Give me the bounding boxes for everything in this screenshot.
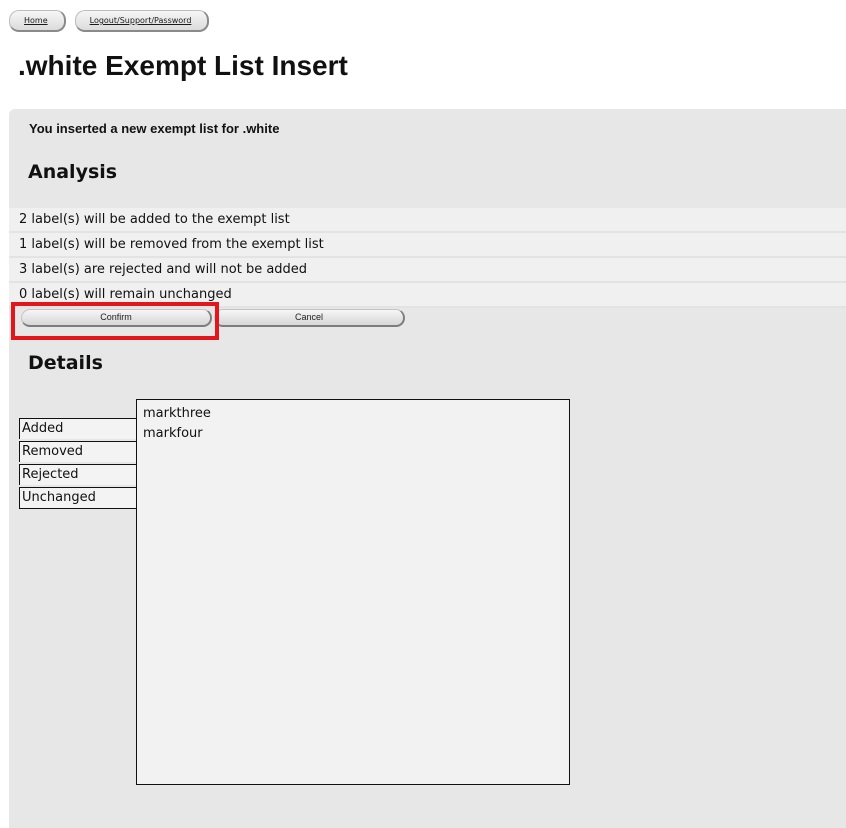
analysis-row-unchanged: 0 label(s) will remain unchanged [9,283,846,308]
details-category-list: Added Removed Rejected Unchanged [19,418,137,511]
category-removed[interactable]: Removed [19,441,137,462]
list-item: markfour [143,426,203,441]
analysis-row-added: 2 label(s) will be added to the exempt l… [9,208,846,233]
confirm-button[interactable]: Confirm [21,309,212,327]
details-list-box[interactable]: markthree markfour [136,399,570,785]
category-unchanged[interactable]: Unchanged [19,487,137,509]
category-rejected[interactable]: Rejected [19,464,137,485]
cancel-button[interactable]: Cancel [214,309,405,327]
action-buttons: Confirm Cancel [21,309,405,327]
analysis-row-removed: 1 label(s) will be removed from the exem… [9,233,846,258]
status-message: You inserted a new exempt list for .whit… [29,121,280,136]
home-button[interactable]: Home [9,10,66,32]
top-nav: Home Logout/Support/Password [9,10,210,32]
analysis-list: 2 label(s) will be added to the exempt l… [9,208,846,308]
list-item: markthree [143,406,211,421]
analysis-row-rejected: 3 label(s) are rejected and will not be … [9,258,846,283]
logout-support-password-button[interactable]: Logout/Support/Password [74,10,210,32]
analysis-heading: Analysis [28,161,118,183]
result-panel: You inserted a new exempt list for .whit… [9,109,846,828]
details-heading: Details [28,352,103,374]
page-title: .white Exempt List Insert [18,50,348,81]
category-added[interactable]: Added [19,418,137,439]
